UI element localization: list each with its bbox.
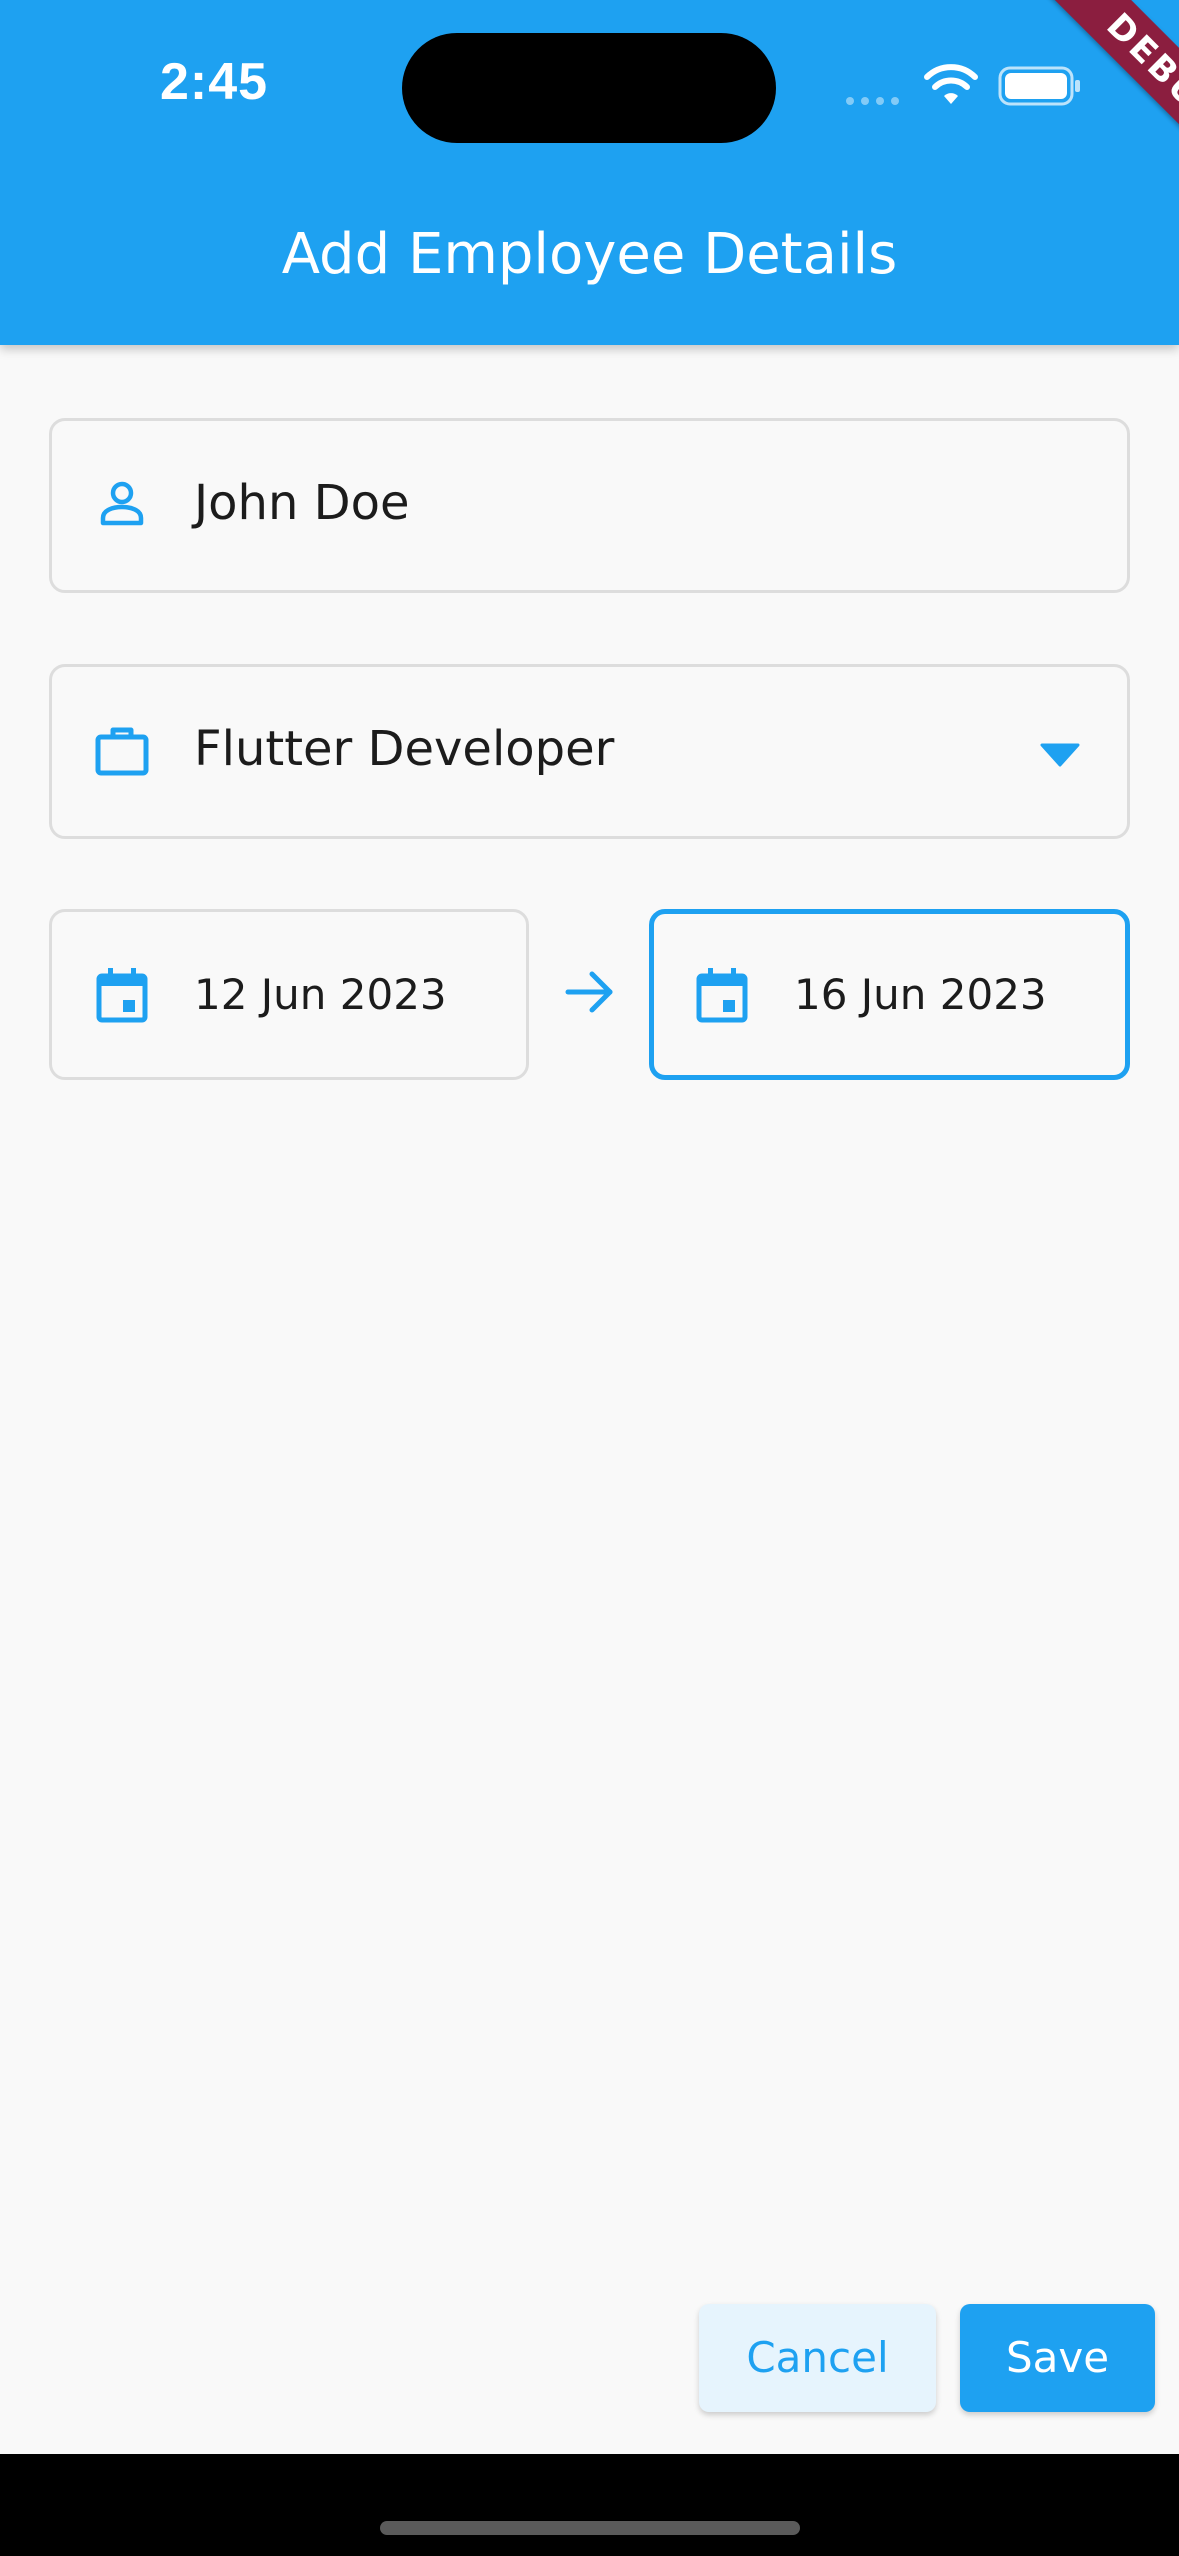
- start-date-value: 12 Jun 2023: [194, 970, 447, 1019]
- cancel-button[interactable]: Cancel: [699, 2304, 936, 2412]
- calendar-icon: [696, 968, 748, 1023]
- briefcase-icon: [95, 727, 149, 776]
- battery-icon: [998, 66, 1080, 106]
- person-outline-icon: [100, 481, 144, 526]
- home-indicator-area: [0, 2454, 1179, 2556]
- dropdown-arrow-icon[interactable]: [1038, 737, 1082, 769]
- status-time: 2:45: [160, 53, 269, 111]
- app-bar: 2:45 Add Employee Details DEBUG: [0, 0, 1179, 345]
- start-date-field[interactable]: 12 Jun 2023: [49, 909, 529, 1080]
- page-title: Add Employee Details: [281, 222, 898, 287]
- end-date-value: 16 Jun 2023: [794, 970, 1047, 1019]
- arrow-right-icon: [565, 971, 613, 1013]
- employee-name-field[interactable]: John Doe: [49, 418, 1130, 593]
- role-selected-value: Flutter Developer: [194, 721, 615, 777]
- save-button[interactable]: Save: [960, 2304, 1155, 2412]
- home-indicator[interactable]: [380, 2521, 800, 2535]
- end-date-field[interactable]: 16 Jun 2023: [649, 909, 1130, 1080]
- dynamic-island: [402, 33, 776, 143]
- cellular-signal-icon: [846, 97, 899, 105]
- calendar-icon: [96, 968, 148, 1023]
- role-select[interactable]: Flutter Developer: [49, 664, 1130, 839]
- wifi-icon: [924, 64, 978, 104]
- employee-name-value: John Doe: [194, 475, 410, 531]
